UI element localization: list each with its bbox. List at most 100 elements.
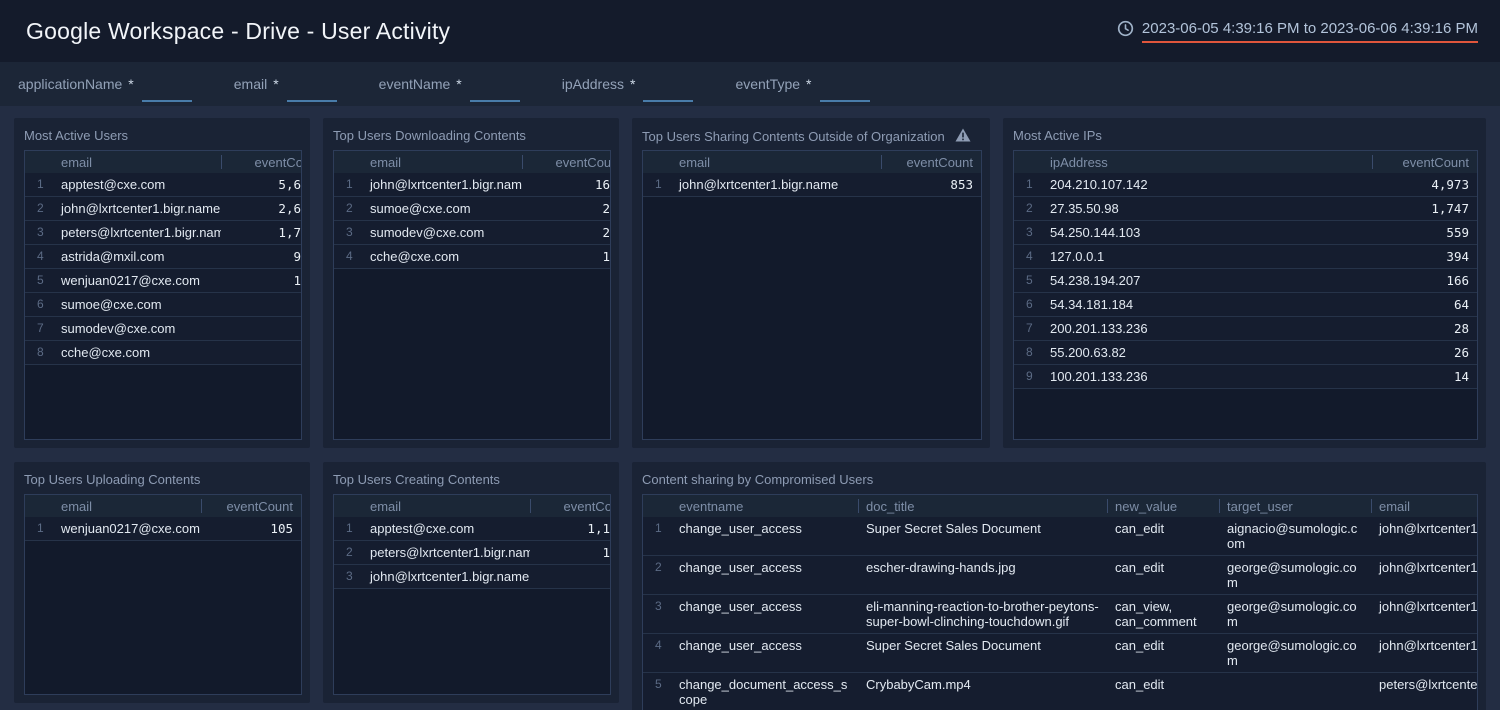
table-row[interactable]: 3john@lxrtcenter1.bigr.name (334, 565, 611, 589)
cell-email: sumoe@cxe.com (53, 293, 221, 317)
eventName-filter-input[interactable] (470, 80, 520, 102)
table-row[interactable]: 227.35.50.981,747 (1014, 197, 1477, 221)
column-header-ipAddress[interactable]: ipAddress (1042, 151, 1372, 173)
time-range-control[interactable]: 2023-06-05 4:39:16 PM to 2023-06-06 4:39… (1117, 20, 1478, 43)
eventType-filter-input[interactable] (820, 80, 870, 102)
panel-title-text: Top Users Sharing Contents Outside of Or… (642, 129, 945, 144)
row-index: 2 (25, 197, 53, 221)
row-index: 8 (25, 341, 53, 365)
table-row[interactable]: 8cche@cxe.com (25, 341, 302, 365)
table-row[interactable]: 1wenjuan0217@cxe.com105 (25, 517, 301, 541)
table-row[interactable]: 1john@lxrtcenter1.bigr.name853 (643, 173, 981, 197)
cell-eventCount: 28 (1372, 317, 1477, 341)
cell-email: peters@lxrtcenter1.bigr.name (1371, 673, 1478, 710)
panel-title-text: Most Active Users (24, 128, 128, 143)
cell-eventCount (221, 341, 302, 365)
column-header-eventCount[interactable]: eventCount (201, 495, 301, 517)
cell-eventCount: 1 (530, 541, 611, 565)
table-row[interactable]: 4cche@cxe.com1 (334, 245, 611, 269)
filter-label: ipAddress (562, 76, 624, 92)
cell-eventCount: 4,973 (1372, 173, 1477, 197)
table-row[interactable]: 654.34.181.18464 (1014, 293, 1477, 317)
table-row[interactable]: 1john@lxrtcenter1.bigr.name16 (334, 173, 611, 197)
column-header-new_value[interactable]: new_value (1107, 495, 1219, 517)
column-header-eventname[interactable]: eventname (671, 495, 858, 517)
column-header-eventCount[interactable]: eventCount (221, 151, 302, 173)
cell-new_value: can_edit (1107, 556, 1219, 595)
index-column-header (334, 495, 362, 517)
row-index: 1 (1014, 173, 1042, 197)
column-header-eventCount[interactable]: eventCount (1372, 151, 1477, 173)
row-index: 1 (643, 173, 671, 197)
table-row[interactable]: 1apptest@cxe.com5,6 (25, 173, 302, 197)
table-row[interactable]: 2change_user_accessescher-drawing-hands.… (643, 556, 1478, 595)
column-header-eventCount[interactable]: eventCount (881, 151, 981, 173)
warning-triangle-icon[interactable] (955, 128, 971, 145)
table-header-row: eventnamedoc_titlenew_valuetarget_userem… (643, 495, 1478, 517)
table-row[interactable]: 2john@lxrtcenter1.bigr.name2,6 (25, 197, 302, 221)
column-header-target_user[interactable]: target_user (1219, 495, 1371, 517)
table-row[interactable]: 855.200.63.8226 (1014, 341, 1477, 365)
table-row[interactable]: 5wenjuan0217@cxe.com1 (25, 269, 302, 293)
cell-new_value: can_edit (1107, 673, 1219, 710)
cell-ipAddress: 27.35.50.98 (1042, 197, 1372, 221)
table-row[interactable]: 4change_user_accessSuper Secret Sales Do… (643, 634, 1478, 673)
filter-eventType: eventType * (735, 62, 869, 106)
row-index: 2 (643, 556, 671, 595)
cell-eventCount: 64 (1372, 293, 1477, 317)
table-row[interactable]: 1change_user_accessSuper Secret Sales Do… (643, 517, 1478, 556)
cell-email: wenjuan0217@cxe.com (53, 517, 201, 541)
cell-email: peters@lxrtcenter1.bigr.name (53, 221, 221, 245)
required-asterisk: * (630, 76, 635, 92)
column-header-eventCount[interactable]: eventCount (530, 495, 611, 517)
row-index: 3 (25, 221, 53, 245)
column-header-email[interactable]: email (362, 495, 530, 517)
column-header-email[interactable]: email (53, 151, 221, 173)
column-header-email[interactable]: email (671, 151, 881, 173)
table-row[interactable]: 554.238.194.207166 (1014, 269, 1477, 293)
filter-ipAddress: ipAddress * (562, 62, 694, 106)
cell-email: john@lxrtcenter1.bigr.name (53, 197, 221, 221)
email-filter-input[interactable] (287, 80, 337, 102)
table-row[interactable]: 1204.210.107.1424,973 (1014, 173, 1477, 197)
cell-email: john@lxrtcenter1.bigr.name (362, 565, 530, 589)
panel-title-text: Top Users Downloading Contents (333, 128, 526, 143)
time-range-text: 2023-06-05 4:39:16 PM to 2023-06-06 4:39… (1142, 20, 1478, 43)
data-table: emaileventCount1apptest@cxe.com1,12peter… (333, 494, 611, 695)
required-asterisk: * (806, 76, 811, 92)
table-row[interactable]: 3change_user_accesseli-manning-reaction-… (643, 595, 1478, 634)
column-header-email[interactable]: email (362, 151, 522, 173)
app-header: Google Workspace - Drive - User Activity… (0, 0, 1500, 62)
table-row[interactable]: 4127.0.0.1394 (1014, 245, 1477, 269)
cell-eventname: change_user_access (671, 595, 858, 634)
ipAddress-filter-input[interactable] (643, 80, 693, 102)
required-asterisk: * (128, 76, 133, 92)
row-index: 3 (334, 221, 362, 245)
cell-email: astrida@mxil.com (53, 245, 221, 269)
dashboard: { "header": { "title": "Google Workspace… (0, 0, 1500, 710)
table-row[interactable]: 2sumoe@cxe.com2 (334, 197, 611, 221)
column-header-eventCount[interactable]: eventCount (522, 151, 611, 173)
table-row[interactable]: 6sumoe@cxe.com (25, 293, 302, 317)
filter-label: eventName (379, 76, 451, 92)
row-index: 1 (334, 517, 362, 541)
table-row[interactable]: 7sumodev@cxe.com (25, 317, 302, 341)
table-row[interactable]: 354.250.144.103559 (1014, 221, 1477, 245)
table-row[interactable]: 1apptest@cxe.com1,1 (334, 517, 611, 541)
cell-target_user: george@sumologic.com (1219, 556, 1371, 595)
applicationName-filter-input[interactable] (142, 80, 192, 102)
table-row[interactable]: 3sumodev@cxe.com2 (334, 221, 611, 245)
column-header-email[interactable]: email (1371, 495, 1478, 517)
table-row[interactable]: 3peters@lxrtcenter1.bigr.name1,7 (25, 221, 302, 245)
row-index: 5 (25, 269, 53, 293)
cell-new_value: can_view, can_comment (1107, 595, 1219, 634)
table-row[interactable]: 7200.201.133.23628 (1014, 317, 1477, 341)
cell-email: sumoe@cxe.com (362, 197, 522, 221)
column-header-email[interactable]: email (53, 495, 201, 517)
table-row[interactable]: 4astrida@mxil.com9 (25, 245, 302, 269)
column-header-doc_title[interactable]: doc_title (858, 495, 1107, 517)
table-row[interactable]: 2peters@lxrtcenter1.bigr.name1 (334, 541, 611, 565)
cell-new_value: can_edit (1107, 517, 1219, 556)
table-row[interactable]: 9100.201.133.23614 (1014, 365, 1477, 389)
table-row[interactable]: 5change_document_access_scopeCrybabyCam.… (643, 673, 1478, 710)
